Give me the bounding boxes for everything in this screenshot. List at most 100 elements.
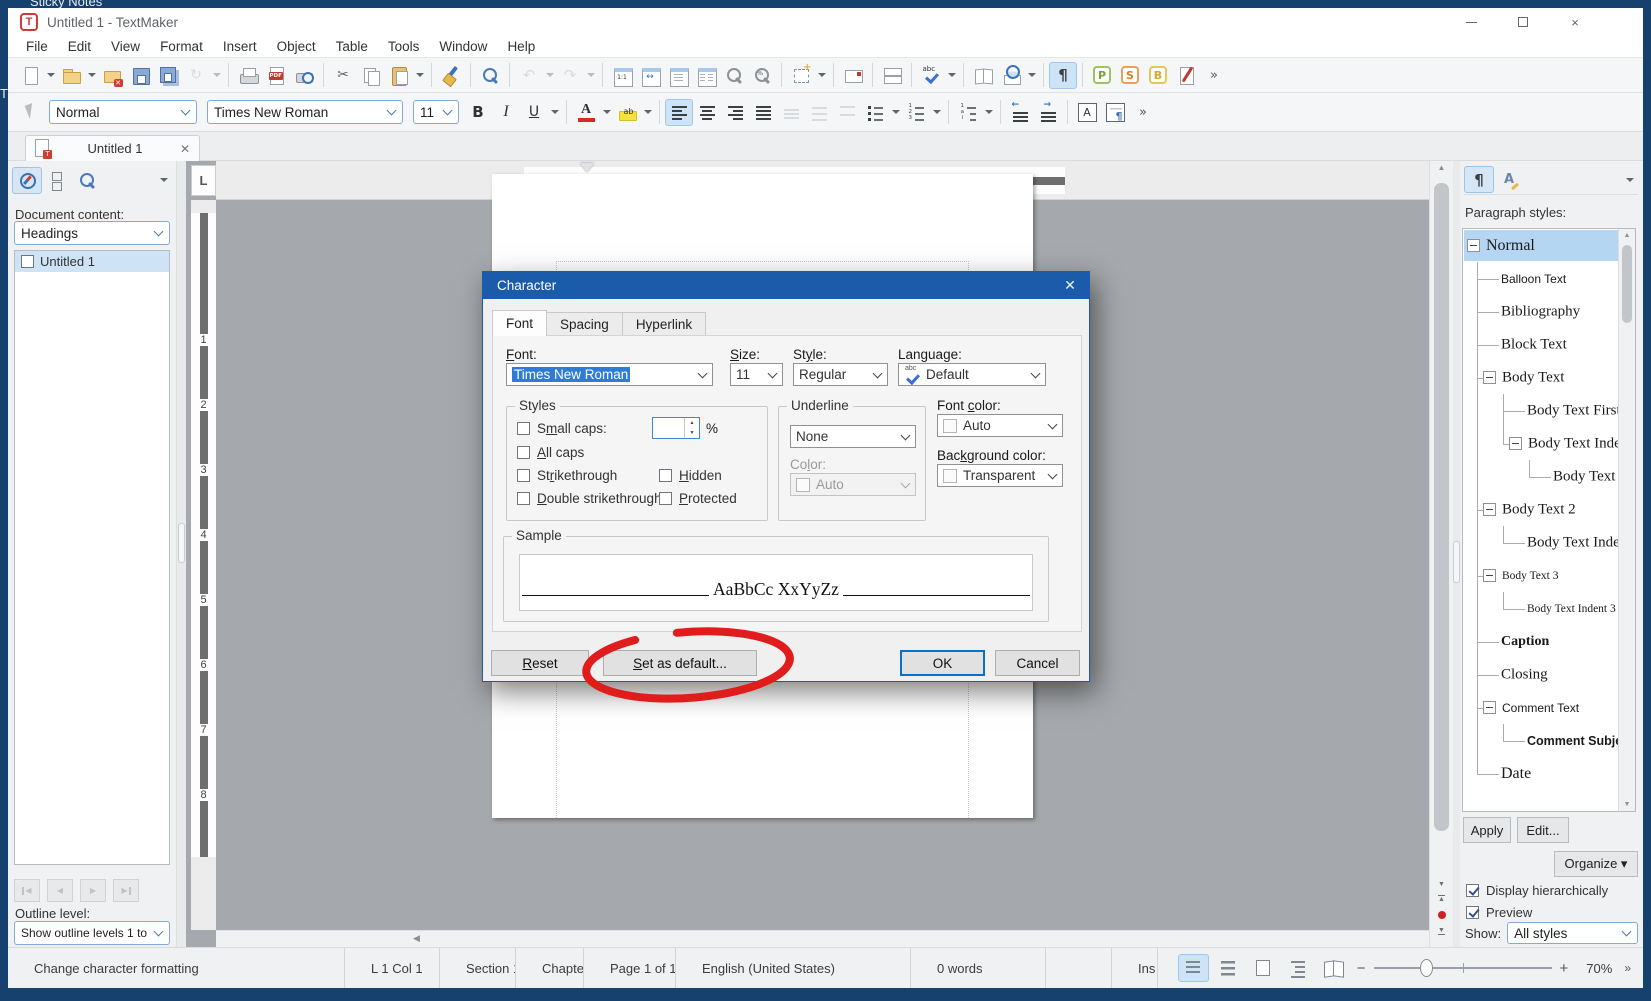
- all-caps-checkbox[interactable]: All caps: [517, 445, 584, 460]
- next-object-button[interactable]: ▼: [1432, 924, 1451, 938]
- panes-button[interactable]: [42, 167, 72, 194]
- style-item-comment-text[interactable]: Comment Text: [1463, 691, 1617, 724]
- paragraph-styles-button[interactable]: ¶: [1464, 166, 1494, 193]
- save-all-button[interactable]: [154, 62, 182, 89]
- font-color-select[interactable]: Auto: [937, 414, 1063, 437]
- style-item-comment-subject[interactable]: Comment Subject: [1463, 724, 1617, 757]
- line-spacing-button[interactable]: [833, 99, 861, 126]
- paste-button[interactable]: [385, 62, 413, 89]
- menu-insert[interactable]: Insert: [213, 37, 267, 56]
- style-item-body-text[interactable]: Body Text: [1463, 361, 1617, 394]
- zoom-percent-button[interactable]: %: [748, 62, 776, 89]
- menu-file[interactable]: File: [16, 37, 58, 56]
- scroll-up-icon[interactable]: ▲: [1619, 232, 1635, 239]
- zoom-lens-button[interactable]: [720, 62, 748, 89]
- organize-button[interactable]: Organize ▾: [1554, 851, 1638, 877]
- spin-down-icon[interactable]: ▼: [685, 428, 699, 438]
- open-document-button[interactable]: [57, 62, 85, 89]
- small-caps-checkbox[interactable]: Small caps:: [517, 421, 607, 436]
- underline-select[interactable]: None: [790, 425, 916, 448]
- format-painter-button[interactable]: [437, 62, 465, 89]
- spell-check-button[interactable]: [917, 62, 945, 89]
- style-item-closing[interactable]: Closing: [1463, 658, 1617, 691]
- style-item-body-text-indent[interactable]: Body Text Indent: [1463, 427, 1617, 460]
- underline-button-dropdown[interactable]: [548, 99, 561, 126]
- style-item-body-text-indent[interactable]: Body Text Indent: [1463, 526, 1617, 559]
- new-document-button[interactable]: [16, 62, 44, 89]
- cancel-button[interactable]: Cancel: [995, 650, 1080, 676]
- strikethrough-checkbox[interactable]: Strikethrough: [517, 468, 617, 483]
- view-page-button[interactable]: [1248, 954, 1279, 982]
- maximize-button[interactable]: [1501, 8, 1545, 36]
- font-size-combo[interactable]: 11: [413, 100, 459, 124]
- bullet-list-button[interactable]: [861, 99, 889, 126]
- statusbar-overflow-icon[interactable]: »: [1616, 961, 1631, 975]
- display-hierarchically-checkbox[interactable]: Display hierarchically: [1466, 883, 1608, 898]
- two-pages-button[interactable]: [692, 62, 720, 89]
- right-splitter[interactable]: [1453, 161, 1460, 947]
- small-caps-percent-spinner[interactable]: ▲▼: [652, 417, 700, 439]
- outline-level-select[interactable]: Show outline levels 1 to 9: [14, 921, 170, 945]
- view-book-button[interactable]: [1318, 954, 1349, 982]
- new-document-button-dropdown[interactable]: [44, 62, 57, 89]
- menu-window[interactable]: Window: [429, 37, 497, 56]
- ok-button[interactable]: OK: [900, 650, 985, 676]
- align-center-button[interactable]: [693, 99, 721, 126]
- previous-item-button[interactable]: ◀: [47, 879, 73, 902]
- vertical-scrollbar[interactable]: ▲ ▼ ▲ ▼: [1429, 161, 1453, 947]
- tab-spacing[interactable]: Spacing: [546, 312, 623, 336]
- preview-checkbox[interactable]: Preview: [1466, 905, 1532, 920]
- browse-object-button[interactable]: [1432, 908, 1451, 922]
- scroll-down-icon[interactable]: ▼: [1619, 801, 1635, 808]
- search-button[interactable]: [476, 62, 504, 89]
- document-tab[interactable]: Untitled 1 ✕: [25, 135, 200, 161]
- one-page-button[interactable]: [664, 62, 692, 89]
- thesaurus-button[interactable]: [969, 62, 997, 89]
- translate-button-dropdown[interactable]: [1025, 62, 1038, 89]
- character-dialog-button[interactable]: [1073, 99, 1101, 126]
- splitter-grip[interactable]: [1453, 541, 1460, 583]
- character-styles-button[interactable]: A: [1494, 166, 1524, 193]
- zoom-out-button[interactable]: −: [1353, 960, 1370, 977]
- close-tab-icon[interactable]: ✕: [177, 142, 193, 156]
- minimize-button[interactable]: [1449, 8, 1493, 36]
- expander-minus-icon[interactable]: [1483, 371, 1496, 384]
- styles-menu-dropdown[interactable]: [1622, 174, 1638, 186]
- save-button[interactable]: [126, 62, 154, 89]
- copy-button[interactable]: [357, 62, 385, 89]
- checkbox-checked-icon[interactable]: [1466, 884, 1479, 897]
- style-item-bibliography[interactable]: Bibliography: [1463, 295, 1617, 328]
- style-item-body-text-2[interactable]: Body Text 2: [1463, 493, 1617, 526]
- italic-button[interactable]: I: [492, 99, 520, 126]
- navigator-button[interactable]: [12, 167, 42, 194]
- horizontal-scrollbar[interactable]: ◀: [216, 930, 1429, 947]
- align-right-button[interactable]: [721, 99, 749, 126]
- scrollbar-thumb[interactable]: [1434, 183, 1449, 831]
- expander-minus-icon[interactable]: [1483, 701, 1496, 714]
- close-button[interactable]: ×: [1553, 8, 1597, 36]
- dialog-close-icon[interactable]: ✕: [1055, 275, 1085, 296]
- styles-list-scrollbar[interactable]: ▲ ▼: [1618, 229, 1635, 811]
- presentations-button[interactable]: S: [1116, 62, 1144, 89]
- font-style-select[interactable]: Regular: [793, 363, 888, 386]
- redo-button-dropdown[interactable]: [584, 62, 597, 89]
- set-as-default-button[interactable]: Set as default...: [603, 650, 757, 676]
- menu-edit[interactable]: Edit: [58, 37, 101, 56]
- fit-width-button[interactable]: [636, 62, 664, 89]
- numbered-list-button-dropdown[interactable]: [930, 99, 943, 126]
- font-color-button[interactable]: A: [572, 99, 600, 126]
- vertical-ruler[interactable]: 12345678: [191, 200, 216, 930]
- tab-stop-selector[interactable]: L: [191, 165, 216, 196]
- status-ins[interactable]: Ins: [1112, 948, 1158, 988]
- bold-button[interactable]: B: [464, 99, 492, 126]
- background-color-select[interactable]: Transparent: [937, 464, 1063, 487]
- menu-help[interactable]: Help: [497, 37, 545, 56]
- file-versions-button[interactable]: ↻: [182, 62, 210, 89]
- menu-format[interactable]: Format: [150, 37, 213, 56]
- reset-button[interactable]: Reset: [491, 650, 589, 676]
- spell-check-button-dropdown[interactable]: [945, 62, 958, 89]
- status-0-words[interactable]: 0 words: [911, 948, 1046, 988]
- insert-frame-button[interactable]: [787, 62, 815, 89]
- style-item-block-text[interactable]: Block Text: [1463, 328, 1617, 361]
- increase-indent-button[interactable]: [1034, 99, 1062, 126]
